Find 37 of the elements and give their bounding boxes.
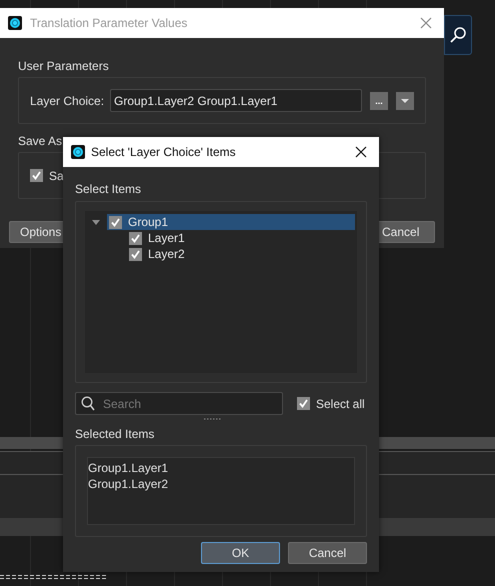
tree-item-label: Layer2 bbox=[148, 246, 185, 263]
search-field[interactable]: Search bbox=[75, 392, 283, 415]
app-icon bbox=[8, 16, 22, 30]
search-icon bbox=[81, 396, 95, 411]
checkbox[interactable] bbox=[129, 232, 142, 244]
tree-item[interactable]: Layer2 bbox=[127, 246, 355, 262]
list-item: Group1.Layer1 bbox=[88, 460, 170, 476]
window-title: Translation Parameter Values bbox=[30, 15, 188, 32]
collapse-arrow-icon[interactable] bbox=[92, 220, 100, 224]
checkbox[interactable] bbox=[297, 397, 310, 410]
tree-item[interactable]: Group1 bbox=[107, 214, 355, 230]
search-input[interactable]: Search bbox=[103, 394, 277, 412]
section-heading: Select Items bbox=[75, 181, 142, 197]
checkbox-label: Select all bbox=[316, 396, 365, 412]
checkbox[interactable] bbox=[129, 248, 142, 260]
section-heading: Save As bbox=[18, 133, 64, 149]
list-item: Group1.Layer2 bbox=[88, 476, 170, 492]
browse-button[interactable]: ... bbox=[370, 92, 388, 110]
checkbox[interactable] bbox=[30, 169, 43, 182]
section-heading: User Parameters bbox=[18, 58, 110, 74]
search-button[interactable] bbox=[444, 15, 472, 55]
dialog-button[interactable]: Cancel bbox=[288, 542, 367, 564]
checkbox-label: Sa bbox=[49, 168, 64, 184]
field-label: Layer Choice: bbox=[30, 92, 104, 110]
caret-icon bbox=[401, 98, 409, 102]
close-icon[interactable] bbox=[355, 146, 367, 158]
tree-item-label: Layer1 bbox=[148, 230, 185, 247]
checkbox[interactable] bbox=[109, 216, 122, 228]
dropdown-button[interactable] bbox=[396, 92, 414, 110]
app-icon bbox=[71, 145, 85, 159]
section-heading: Selected Items bbox=[75, 426, 156, 442]
tree-item[interactable]: Layer1 bbox=[127, 230, 355, 246]
dialog-button[interactable]: OK bbox=[201, 542, 280, 564]
layer-choice-field[interactable]: Group1.Layer2 Group1.Layer1 bbox=[110, 89, 362, 112]
window-title: Select 'Layer Choice' Items bbox=[91, 144, 237, 161]
search-icon bbox=[449, 26, 467, 44]
tree-item-label: Group1 bbox=[128, 214, 168, 231]
